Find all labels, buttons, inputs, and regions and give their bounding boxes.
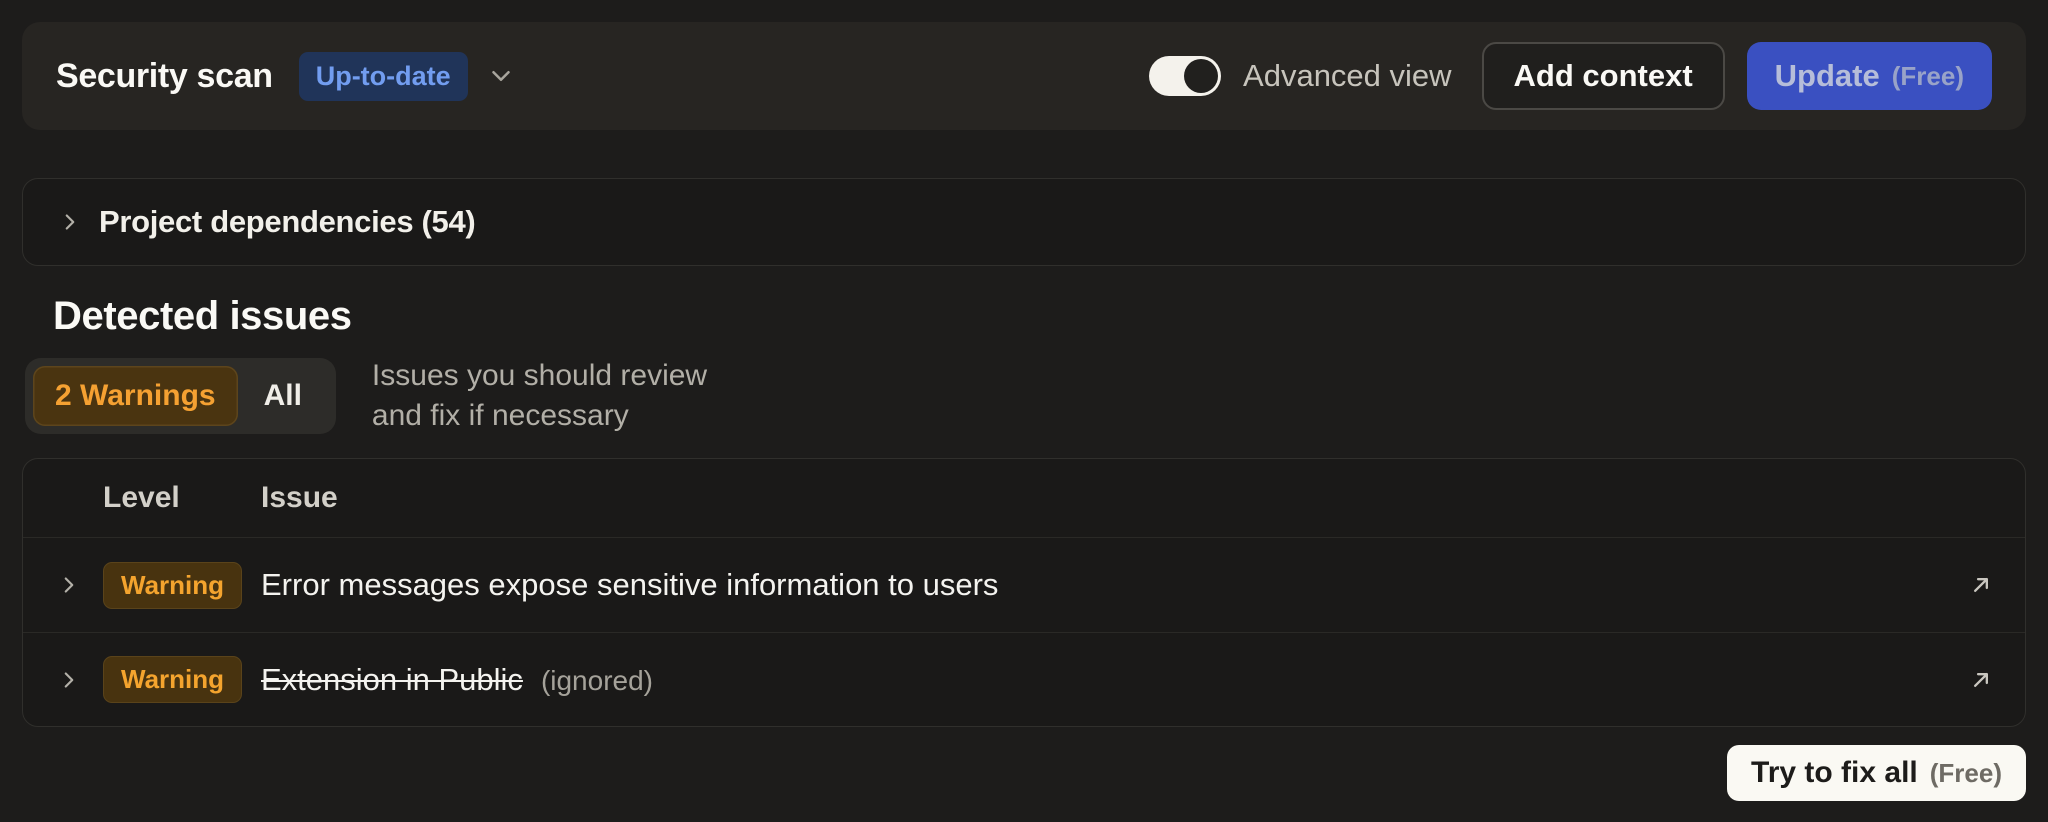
try-fix-all-label: Try to fix all — [1751, 756, 1918, 790]
update-button-label: Update — [1775, 58, 1880, 94]
external-link-icon[interactable] — [1937, 571, 2025, 599]
chevron-right-icon[interactable] — [57, 209, 83, 235]
table-row[interactable]: Warning Error messages expose sensitive … — [23, 538, 2025, 632]
issues-description-line1: Issues you should review — [372, 356, 707, 396]
issue-cell: Extension in Public (ignored) — [261, 662, 1937, 698]
update-free-label: (Free) — [1892, 61, 1964, 92]
level-cell: Warning — [103, 656, 261, 703]
topbar-right: Advanced view Add context Update (Free) — [1149, 42, 1992, 110]
update-button[interactable]: Update (Free) — [1747, 42, 1992, 110]
column-header-level: Level — [103, 481, 261, 515]
try-fix-all-free-label: (Free) — [1930, 758, 2002, 789]
issue-text: Error messages expose sensitive informat… — [261, 567, 998, 603]
project-dependencies-row[interactable]: Project dependencies (54) — [22, 178, 2026, 266]
warning-badge: Warning — [103, 562, 242, 609]
issues-description-line2: and fix if necessary — [372, 396, 707, 436]
issues-filter-row: 2 Warnings All Issues you should review … — [22, 356, 2026, 436]
column-header-issue: Issue — [261, 481, 2025, 515]
chevron-down-icon[interactable] — [486, 61, 516, 91]
table-row[interactable]: Warning Extension in Public (ignored) — [23, 632, 2025, 726]
expand-chevron-right-icon[interactable] — [23, 667, 103, 693]
external-link-icon[interactable] — [1937, 666, 2025, 694]
issue-filter-segmented-control: 2 Warnings All — [25, 358, 336, 434]
issues-table-header: Level Issue — [23, 459, 2025, 538]
add-context-button[interactable]: Add context — [1482, 42, 1725, 110]
issue-cell: Error messages expose sensitive informat… — [261, 567, 1937, 603]
topbar-left: Security scan Up-to-date — [56, 52, 516, 101]
toggle-knob — [1184, 59, 1218, 93]
try-fix-all-button[interactable]: Try to fix all (Free) — [1727, 745, 2026, 801]
advanced-view-toggle[interactable] — [1149, 56, 1221, 96]
footer-actions: Try to fix all (Free) — [22, 745, 2026, 801]
ignored-label: (ignored) — [541, 665, 653, 697]
issues-table: Level Issue Warning Error messages expos… — [22, 458, 2026, 727]
detected-issues-heading: Detected issues — [53, 294, 2026, 338]
topbar: Security scan Up-to-date Advanced view A… — [22, 22, 2026, 130]
security-scan-page: Security scan Up-to-date Advanced view A… — [0, 0, 2048, 822]
issues-description: Issues you should review and fix if nece… — [372, 356, 707, 436]
filter-warnings-tab[interactable]: 2 Warnings — [33, 366, 238, 426]
advanced-view-label: Advanced view — [1243, 58, 1452, 94]
status-badge: Up-to-date — [299, 52, 468, 101]
page-title: Security scan — [56, 57, 273, 96]
level-cell: Warning — [103, 562, 261, 609]
issue-text-ignored: Extension in Public — [261, 662, 523, 698]
expand-chevron-right-icon[interactable] — [23, 572, 103, 598]
project-dependencies-label: Project dependencies (54) — [99, 204, 475, 240]
warning-badge: Warning — [103, 656, 242, 703]
filter-all-tab[interactable]: All — [238, 366, 328, 426]
